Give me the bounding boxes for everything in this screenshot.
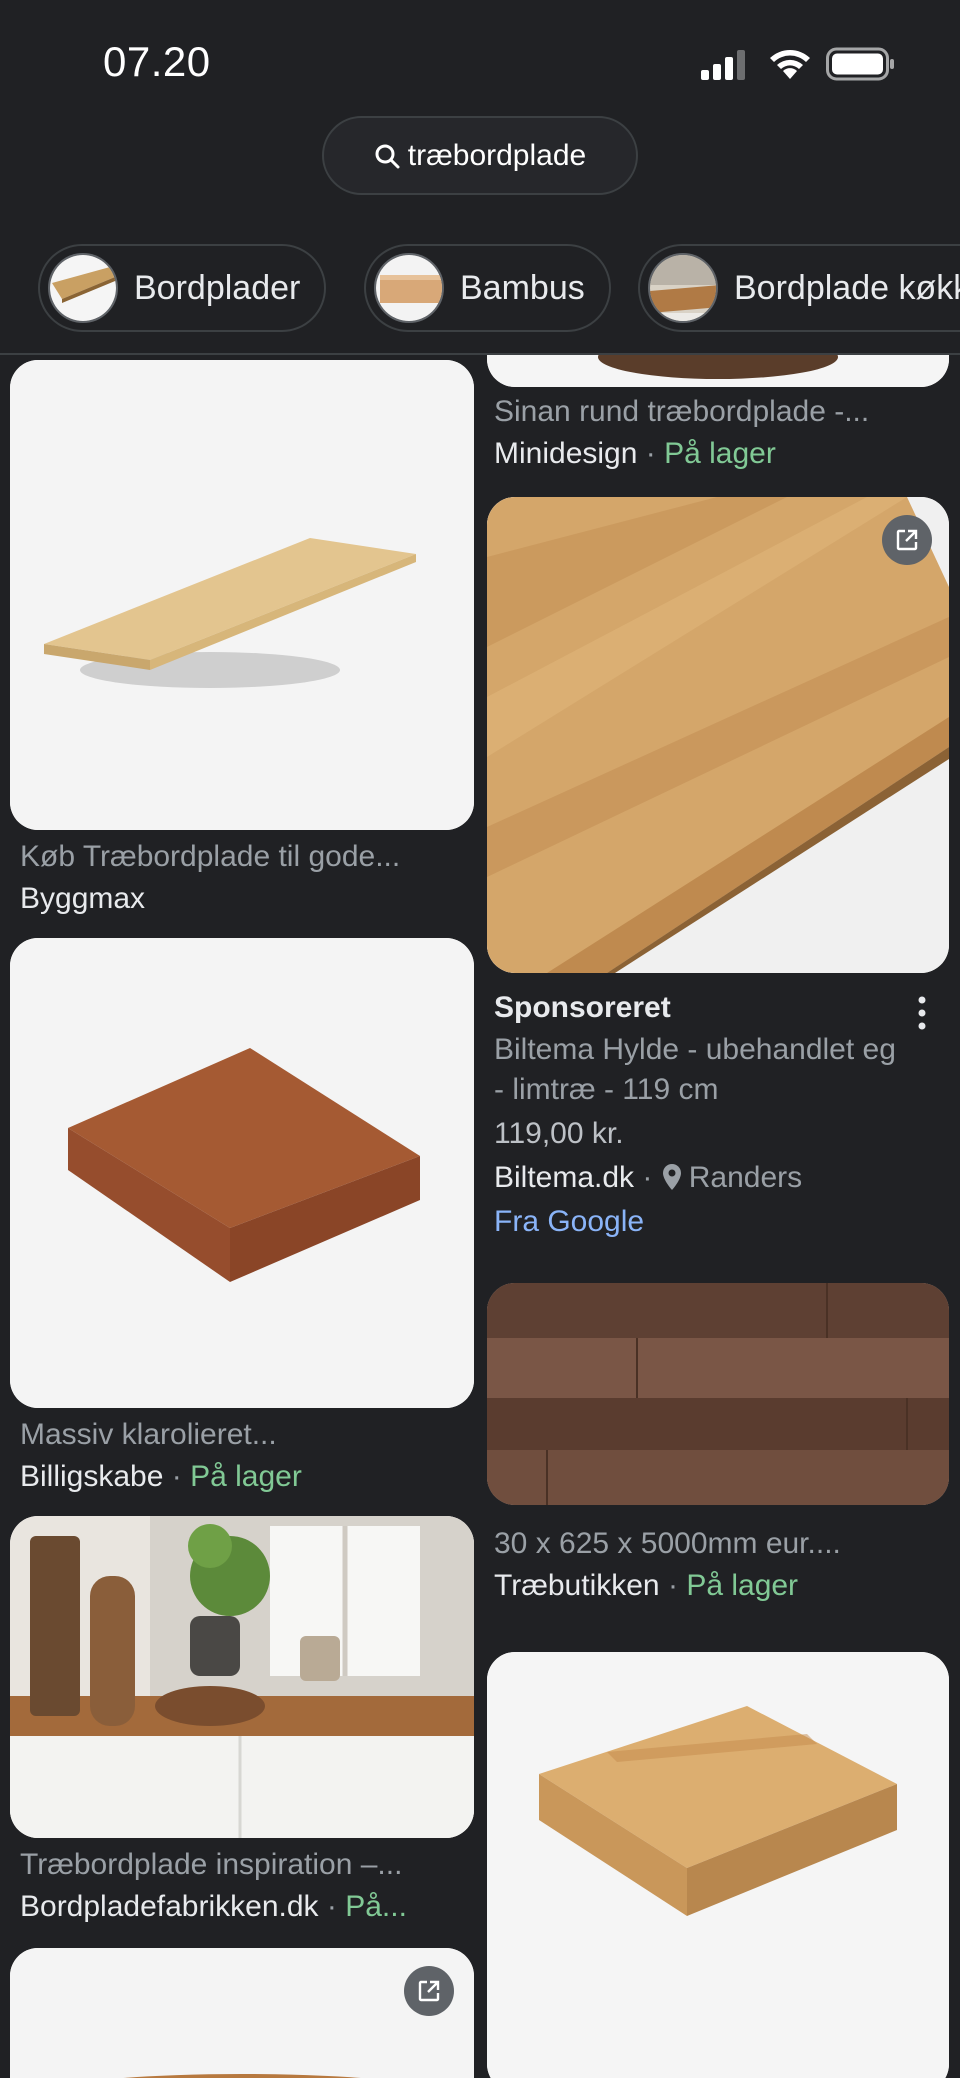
open-external-button[interactable] xyxy=(404,1966,454,2016)
image-results-grid: Sinan rund træbordplade -... Minidesign … xyxy=(0,355,960,2078)
result-source[interactable]: Billigskabe · På lager xyxy=(20,1460,302,1494)
result-title[interactable]: 30 x 625 x 5000mm eur.... xyxy=(494,1527,944,1561)
result-title-line2[interactable]: - limtræ - 119 cm xyxy=(494,1073,718,1107)
chip-bambus[interactable]: Bambus xyxy=(364,244,611,332)
result-source[interactable]: Byggmax xyxy=(20,882,145,916)
location-pin-icon xyxy=(662,1164,681,1190)
separator: · xyxy=(171,1460,182,1493)
chip-label: Bordplader xyxy=(134,268,301,307)
stock-status: På lager xyxy=(686,1569,799,1602)
from-google-link[interactable]: Fra Google xyxy=(494,1205,644,1239)
stock-status: På lager xyxy=(190,1460,302,1493)
chip-label: Bordplade køkken xyxy=(734,268,960,307)
status-bar: 07.20 xyxy=(0,0,960,120)
source-name: Minidesign xyxy=(494,437,638,470)
result-image-sinan[interactable] xyxy=(487,355,949,387)
source-name: Træbutikken xyxy=(494,1569,660,1602)
clock: 07.20 xyxy=(103,38,211,85)
cellular-signal-icon xyxy=(701,50,745,80)
result-image-walnut[interactable] xyxy=(487,1283,949,1505)
stock-status: På lager xyxy=(664,437,776,470)
result-source[interactable]: Minidesign · På lager xyxy=(494,437,776,471)
source-name: Biltema.dk xyxy=(494,1161,635,1194)
chip-bordplade-koekken[interactable]: Bordplade køkken xyxy=(638,244,960,332)
external-link-icon xyxy=(896,529,918,551)
more-vert-icon[interactable] xyxy=(916,995,928,1031)
chip-label: Bambus xyxy=(460,268,585,307)
result-source[interactable]: Træbutikken · På lager xyxy=(494,1569,798,1603)
location-text: Randers xyxy=(688,1161,803,1194)
wifi-icon xyxy=(770,50,810,79)
result-price: 119,00 kr. xyxy=(494,1117,624,1150)
separator: · xyxy=(326,1890,337,1923)
chip-thumbnail xyxy=(374,253,444,323)
result-title[interactable]: Sinan rund træbordplade -... xyxy=(494,395,944,429)
chip-thumbnail xyxy=(48,253,118,323)
search-icon xyxy=(375,144,400,168)
chip-thumbnail xyxy=(648,253,718,323)
result-title-line1[interactable]: Biltema Hylde - ubehandlet eg xyxy=(494,1033,896,1067)
result-image-bottom-left[interactable] xyxy=(10,1948,474,2078)
battery-icon xyxy=(826,47,894,81)
result-image-biltema[interactable] xyxy=(487,497,949,973)
separator: · xyxy=(645,437,656,470)
search-query-text: træbordplade xyxy=(407,138,587,172)
separator: · xyxy=(642,1161,653,1194)
result-source[interactable]: Biltema.dk · Randers xyxy=(494,1161,802,1195)
filter-chips-row: Bordplader Bambus Bordplade køkken xyxy=(0,242,960,338)
result-image-byggmax[interactable] xyxy=(10,360,474,830)
separator: · xyxy=(667,1569,678,1602)
sponsored-label: Sponsoreret xyxy=(494,991,671,1024)
source-name: Bordpladefabrikken.dk xyxy=(20,1890,319,1923)
source-name: Billigskabe xyxy=(20,1460,164,1493)
result-image-inspiration[interactable] xyxy=(10,1516,474,1838)
result-image-oak-block[interactable] xyxy=(487,1652,949,2078)
result-title[interactable]: Massiv klarolieret... xyxy=(20,1418,460,1452)
search-query-pill[interactable]: træbordplade xyxy=(322,116,638,195)
result-source[interactable]: Bordpladefabrikken.dk · På... xyxy=(20,1890,407,1924)
chip-bordplader[interactable]: Bordplader xyxy=(38,244,327,332)
external-link-icon xyxy=(418,1980,440,2002)
stock-status: På... xyxy=(345,1890,407,1923)
open-external-button[interactable] xyxy=(882,515,932,565)
result-title[interactable]: Træbordplade inspiration –... xyxy=(20,1848,460,1882)
result-title[interactable]: Køb Træbordplade til gode... xyxy=(20,840,460,874)
result-image-massiv[interactable] xyxy=(10,938,474,1408)
